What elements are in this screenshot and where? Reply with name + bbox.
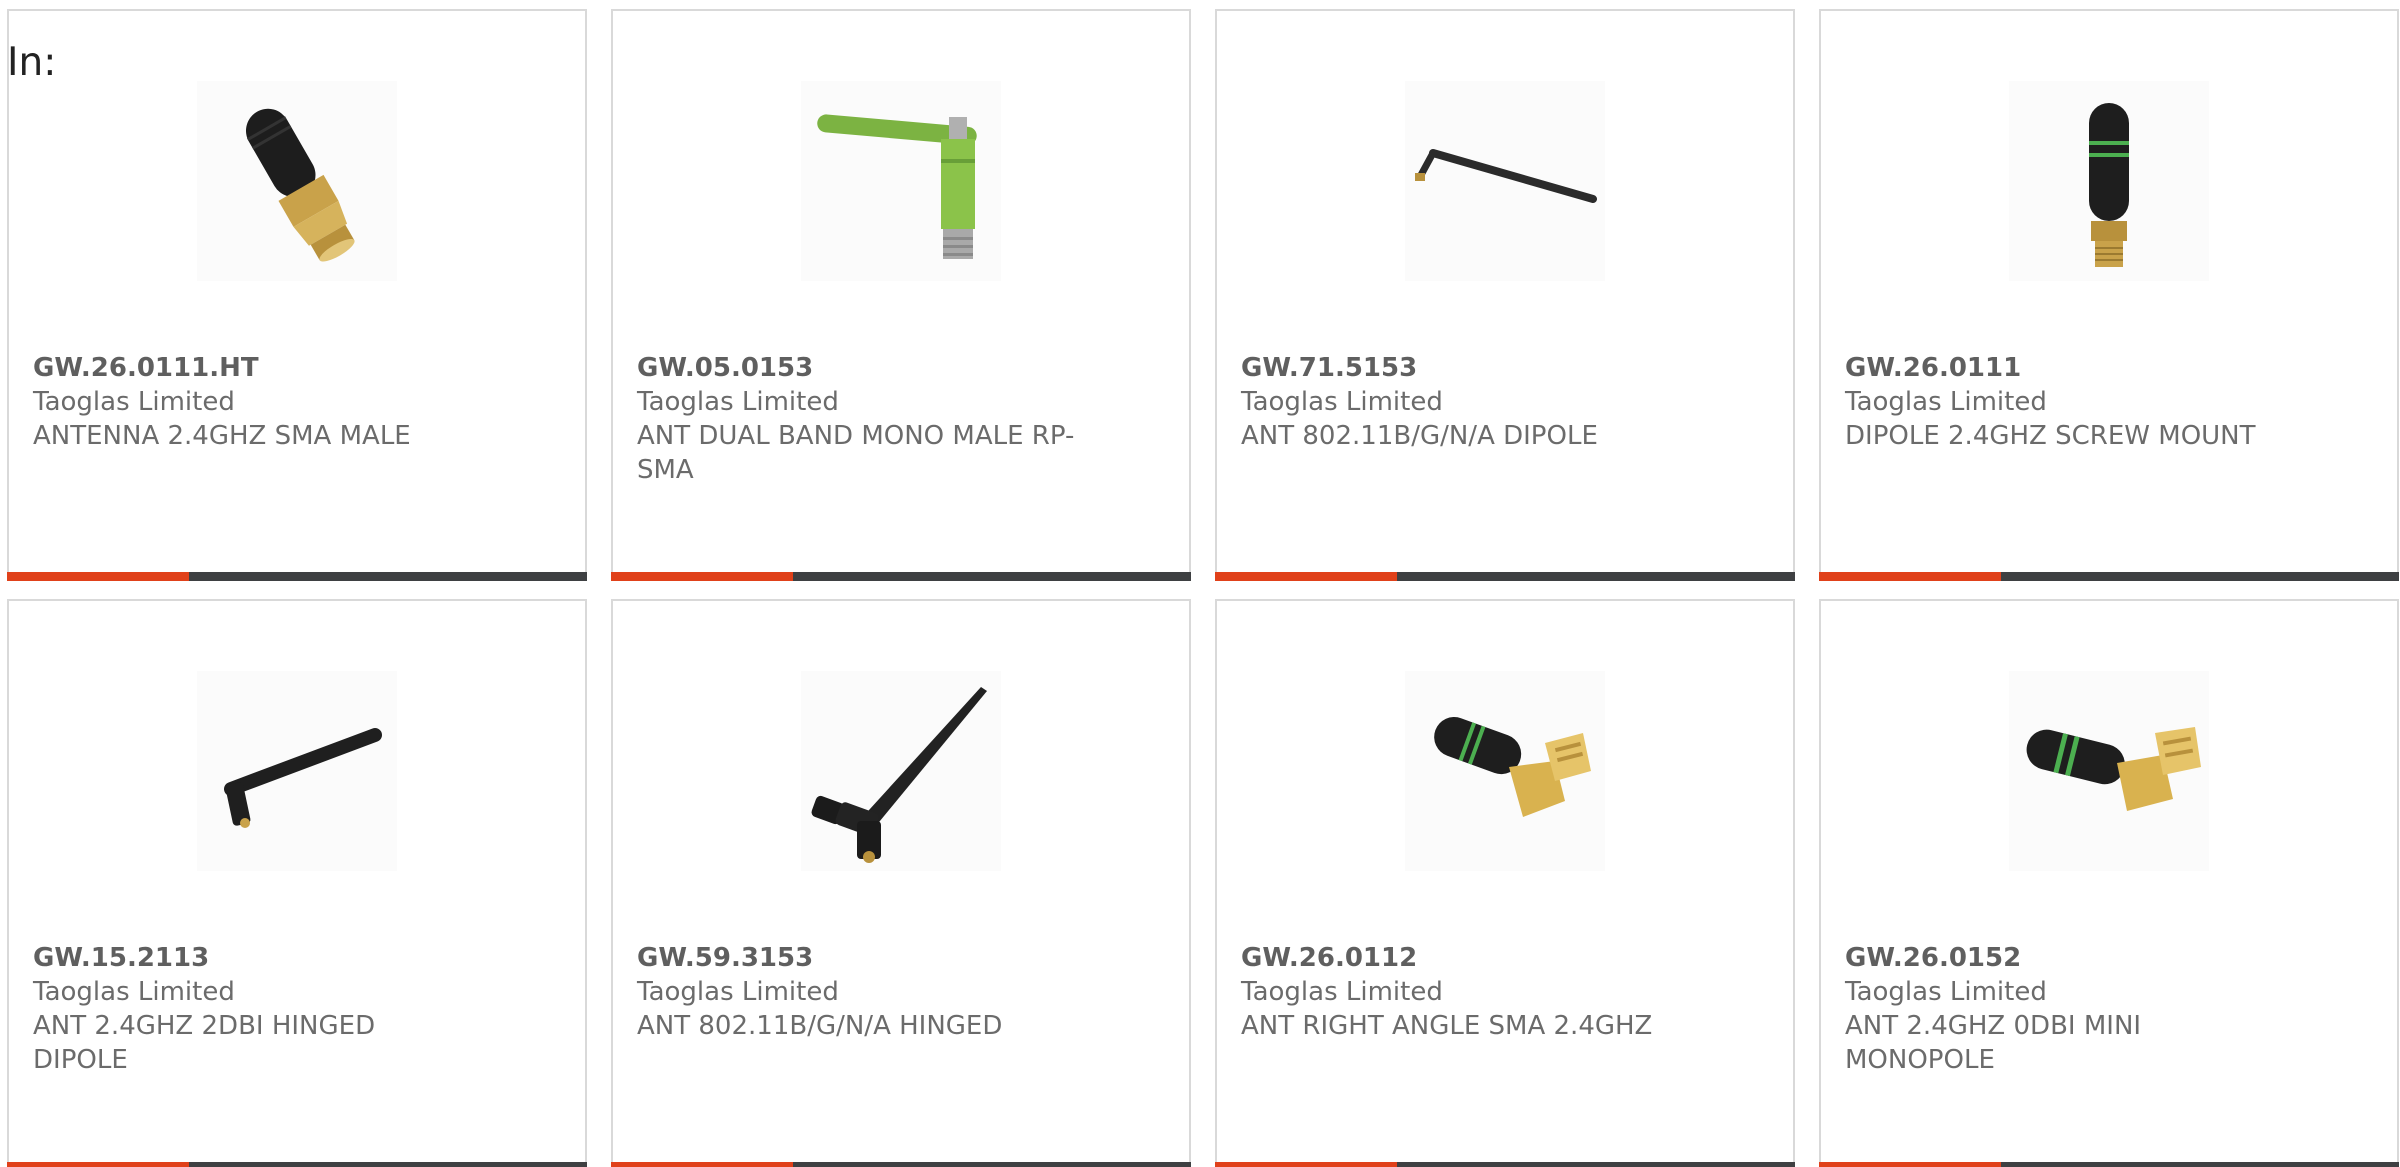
product-grid: GW.26.0111.HT Taoglas Limited ANTENNA 2.… [7,9,2400,1167]
manufacturer-name: Taoglas Limited [1845,387,2047,417]
card-bottom-bar [1215,1162,1795,1167]
card-bottom-bar [1819,572,2399,581]
product-description: ANT 2.4GHZ 0DBI MINI MONOPOLE [1845,1011,2142,1075]
slim-dipole-antenna-icon [1415,149,1597,203]
card-bottom-bar [1819,1162,2399,1167]
manufacturer-name: Taoglas Limited [1845,977,2047,1007]
product-card[interactable]: GW.59.3153 Taoglas Limited ANT 802.11B/G… [611,599,1191,1167]
product-image[interactable] [2009,671,2209,871]
manufacturer-name: Taoglas Limited [1241,387,1443,417]
stubby-green-band-antenna-icon [2089,103,2129,267]
card-accent-bar [1215,1162,1397,1167]
card-bottom-bar [7,572,587,581]
part-number-link[interactable]: GW.26.0152 [1845,941,2285,975]
product-description: ANT DUAL BAND MONO MALE RP-SMA [637,421,1075,485]
product-info: GW.59.3153 Taoglas Limited ANT 802.11B/G… [637,941,1077,1043]
product-card[interactable]: GW.15.2113 Taoglas Limited ANT 2.4GHZ 2D… [7,599,587,1167]
product-card[interactable]: GW.26.0112 Taoglas Limited ANT RIGHT ANG… [1215,599,1795,1167]
filter-label: In: [7,40,57,85]
card-accent-bar [1819,572,2001,581]
part-number-link[interactable]: GW.59.3153 [637,941,1077,975]
product-image[interactable] [801,81,1001,281]
product-card[interactable]: GW.26.0111 Taoglas Limited DIPOLE 2.4GHZ… [1819,9,2399,581]
product-description: ANT RIGHT ANGLE SMA 2.4GHZ [1241,1011,1653,1041]
product-description: ANT 2.4GHZ 2DBI HINGED DIPOLE [33,1011,376,1075]
product-card[interactable]: GW.05.0153 Taoglas Limited ANT DUAL BAND… [611,9,1191,581]
product-image[interactable] [801,671,1001,871]
product-results-page: In: GW.26.0111.HT Taoglas Limited ANTENN… [0,0,2400,1167]
product-info: GW.26.0112 Taoglas Limited ANT RIGHT ANG… [1241,941,1681,1043]
long-hinged-antenna-icon [811,687,987,863]
manufacturer-name: Taoglas Limited [1241,977,1443,1007]
manufacturer-name: Taoglas Limited [637,387,839,417]
product-card[interactable]: GW.26.0111.HT Taoglas Limited ANTENNA 2.… [7,9,587,581]
product-image[interactable] [1405,671,1605,871]
product-info: GW.05.0153 Taoglas Limited ANT DUAL BAND… [637,351,1077,487]
product-image[interactable] [2009,81,2209,281]
sma-stubby-black-gold-antenna-icon [246,108,355,262]
part-number-link[interactable]: GW.26.0111 [1845,351,2285,385]
part-number-link[interactable]: GW.15.2113 [33,941,473,975]
green-hinged-antenna-icon [817,114,977,259]
card-accent-bar [611,1162,793,1167]
card-bottom-bar [611,572,1191,581]
product-image[interactable] [197,671,397,871]
product-description: ANTENNA 2.4GHZ SMA MALE [33,421,411,451]
card-bottom-bar [611,1162,1191,1167]
product-info: GW.71.5153 Taoglas Limited ANT 802.11B/G… [1241,351,1681,453]
part-number-link[interactable]: GW.26.0111.HT [33,351,473,385]
card-accent-bar [1215,572,1397,581]
product-info: GW.26.0111 Taoglas Limited DIPOLE 2.4GHZ… [1845,351,2285,453]
card-accent-bar [7,1162,189,1167]
mini-monopole-right-angle-antenna-icon [2026,727,2201,811]
product-info: GW.26.0152 Taoglas Limited ANT 2.4GHZ 0D… [1845,941,2285,1077]
product-card[interactable]: GW.71.5153 Taoglas Limited ANT 802.11B/G… [1215,9,1795,581]
product-card[interactable]: GW.26.0152 Taoglas Limited ANT 2.4GHZ 0D… [1819,599,2399,1167]
product-description: ANT 802.11B/G/N/A DIPOLE [1241,421,1598,451]
part-number-link[interactable]: GW.26.0112 [1241,941,1681,975]
right-angle-sma-antenna-icon [1434,716,1591,817]
product-image[interactable] [197,81,397,281]
card-bottom-bar [7,1162,587,1167]
product-info: GW.15.2113 Taoglas Limited ANT 2.4GHZ 2D… [33,941,473,1077]
card-accent-bar [7,572,189,581]
product-description: DIPOLE 2.4GHZ SCREW MOUNT [1845,421,2256,451]
card-accent-bar [611,572,793,581]
card-bottom-bar [1215,572,1795,581]
hinged-dipole-antenna-icon [224,728,382,828]
manufacturer-name: Taoglas Limited [33,977,235,1007]
manufacturer-name: Taoglas Limited [33,387,235,417]
part-number-link[interactable]: GW.05.0153 [637,351,1077,385]
card-accent-bar [1819,1162,2001,1167]
product-image[interactable] [1405,81,1605,281]
manufacturer-name: Taoglas Limited [637,977,839,1007]
product-info: GW.26.0111.HT Taoglas Limited ANTENNA 2.… [33,351,473,453]
part-number-link[interactable]: GW.71.5153 [1241,351,1681,385]
product-description: ANT 802.11B/G/N/A HINGED [637,1011,1003,1041]
